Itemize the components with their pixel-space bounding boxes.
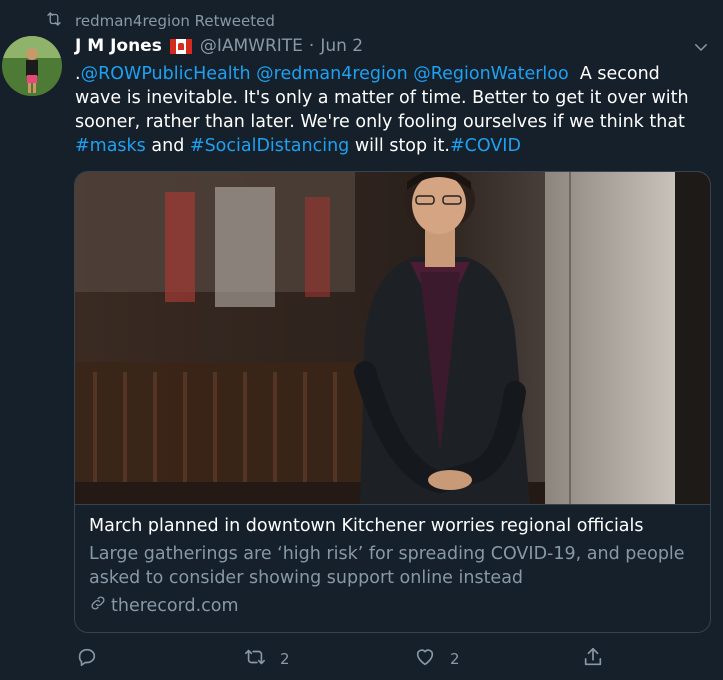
share-icon	[582, 646, 604, 672]
tweet-header: J M Jones @IAMWRITE · Jun 2	[75, 36, 363, 56]
link-preview-card[interactable]: March planned in downtown Kitchener worr…	[74, 171, 711, 633]
author-handle[interactable]: @IAMWRITE	[200, 36, 303, 56]
heart-icon	[414, 646, 436, 672]
card-domain[interactable]: therecord.com	[89, 594, 239, 617]
card-description: Large gatherings are ‘high risk’ for spr…	[89, 544, 685, 588]
retweet-icon	[45, 10, 63, 32]
retweet-count: 2	[280, 650, 290, 668]
retweet-context[interactable]: redman4region Retweeted	[45, 10, 275, 32]
tweet-text: .@ROWPublicHealth @redman4region @Region…	[75, 62, 710, 158]
mention-redman4region[interactable]: @redman4region	[256, 64, 408, 84]
retweet-button[interactable]: 2	[244, 646, 290, 672]
link-icon	[89, 594, 107, 617]
hashtag-covid[interactable]: #COVID	[450, 136, 521, 156]
tweet-and: and	[151, 136, 185, 156]
retweet-context-label: redman4region Retweeted	[75, 12, 275, 30]
card-image	[75, 172, 710, 505]
hashtag-socialdistancing[interactable]: #SocialDistancing	[190, 136, 349, 156]
mention-rowpublichealth[interactable]: @ROWPublicHealth	[81, 64, 251, 84]
share-button[interactable]	[582, 646, 604, 672]
author-name[interactable]: J M Jones	[75, 36, 162, 56]
tweet-body-2: will stop it.	[354, 136, 450, 156]
reply-icon	[76, 646, 98, 672]
card-title[interactable]: March planned in downtown Kitchener worr…	[89, 516, 699, 536]
hashtag-masks[interactable]: #masks	[75, 136, 146, 156]
tweet-date[interactable]: Jun 2	[320, 36, 363, 56]
chevron-down-icon[interactable]	[692, 38, 710, 60]
mention-regionwaterloo[interactable]: @RegionWaterloo	[413, 64, 568, 84]
card-domain-label: therecord.com	[111, 595, 239, 616]
tweet-actions: 2 2	[0, 642, 723, 674]
separator-dot: ·	[308, 36, 315, 56]
canada-flag-icon	[169, 38, 192, 54]
reply-button[interactable]	[76, 646, 112, 672]
retweet-icon	[244, 646, 266, 672]
avatar[interactable]	[2, 36, 62, 96]
like-count: 2	[450, 650, 460, 668]
like-button[interactable]: 2	[414, 646, 460, 672]
